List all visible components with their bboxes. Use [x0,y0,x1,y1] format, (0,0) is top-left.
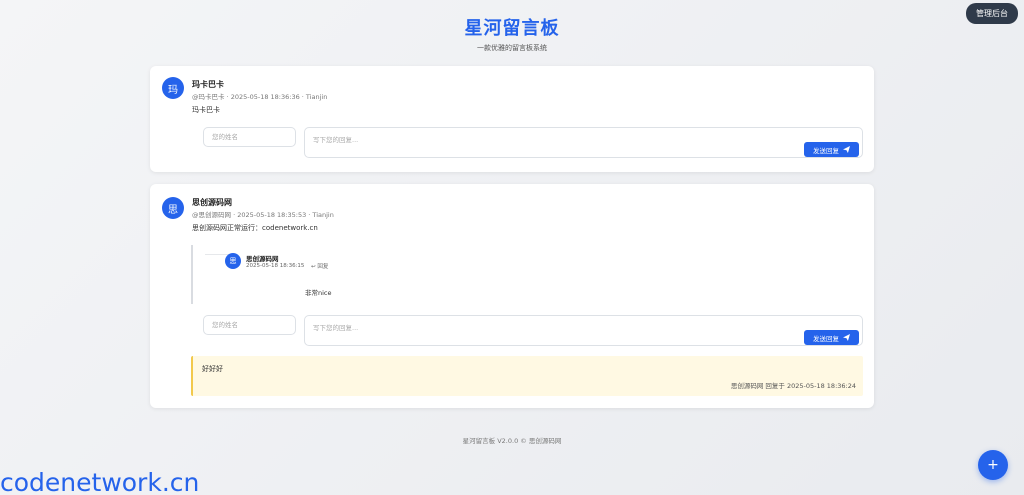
send-reply-button[interactable]: 发送回复 [804,142,859,157]
reply-arrow-icon: ↩ [311,264,316,270]
avatar: 思 [162,197,184,219]
admin-reply-content: 好好好 [202,365,223,373]
footer: 星河留言板 V2.0.0 © 思创源码网 [462,437,562,445]
plus-icon: + [987,457,999,473]
send-reply-label: 发送回复 [813,334,839,343]
admin-reply-meta: 思创源码网 回复于 2025-05-18 18:36:24 [730,382,856,390]
reply-placeholder: 写下您的回复... [313,324,359,332]
reply-placeholder: 写下您的回复... [313,136,359,144]
reply-link-label: 回复 [317,264,329,270]
message-meta: @玛卡巴卡 · 2025-05-18 18:36:36 · Tianjin [192,93,328,101]
message-meta: @思创源码网 · 2025-05-18 18:35:53 · Tianjin [192,211,334,219]
admin-reply: 好好好 思创源码网 回复于 2025-05-18 18:36:24 [191,356,863,396]
send-reply-label: 发送回复 [813,146,839,155]
avatar: 玛 [162,77,184,99]
reply-thread: 思 思创源码网 2025-05-18 18:36:15 ↩ 回复 非常nice [191,245,871,304]
message-content: 思创源码网正常运行：codenetwork.cn [192,224,318,232]
reply-form: 写下您的回复... 发送回复 [203,127,863,158]
message-card: 思 思创源码网 @思创源码网 · 2025-05-18 18:35:53 · T… [150,184,874,408]
reply-author: 思创源码网 [246,255,279,263]
reply-content-input[interactable]: 写下您的回复... 发送回复 [304,315,863,346]
message-card: 玛 玛卡巴卡 @玛卡巴卡 · 2025-05-18 18:36:36 · Tia… [150,66,874,172]
avatar: 思 [225,253,241,269]
reply-time: 2025-05-18 18:36:15 [246,263,305,269]
message-author: 思创源码网 [192,198,232,207]
add-message-button[interactable]: + [978,450,1008,480]
reply-content: 非常nice [305,289,332,297]
site-subtitle: 一款优雅的留言板系统 [477,44,547,52]
paper-plane-icon [843,334,850,341]
message-author: 玛卡巴卡 [192,80,224,89]
reply-link[interactable]: ↩ 回复 [311,262,328,270]
reply-name-input[interactable] [203,315,296,335]
site-title: 星河留言板 [464,18,560,39]
reply-form: 写下您的回复... 发送回复 [203,315,863,346]
reply-content-input[interactable]: 写下您的回复... 发送回复 [304,127,863,158]
reply-name-input[interactable] [203,127,296,147]
watermark: codenetwork.cn [0,468,200,495]
message-content: 玛卡巴卡 [192,106,220,114]
send-reply-button[interactable]: 发送回复 [804,330,859,345]
paper-plane-icon [843,146,850,153]
